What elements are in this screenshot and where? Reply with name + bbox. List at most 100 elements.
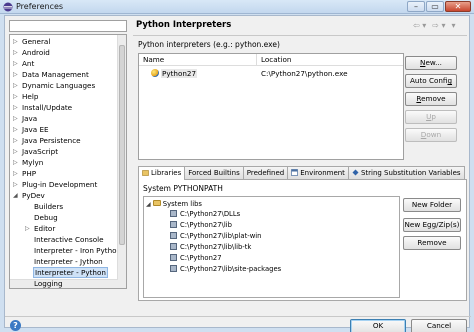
expand-icon[interactable]: ▷: [13, 58, 18, 69]
new-egg-zip-button[interactable]: New Egg/Zip(s): [403, 218, 461, 232]
interpreter-location: C:\Python27\python.exe: [261, 69, 348, 78]
list-item[interactable]: C:\Python27\lib: [170, 220, 232, 230]
sidebar-item[interactable]: ▷ Install/Update: [10, 102, 72, 113]
sidebar-item[interactable]: ▷ Plug-in Development: [10, 179, 97, 190]
expand-icon[interactable]: ▷: [13, 91, 18, 102]
help-icon[interactable]: ?: [10, 320, 21, 331]
table-row[interactable]: Python27: [151, 68, 198, 79]
history-nav: ⇦ ▾ ⇨ ▾ ▾: [413, 21, 456, 30]
expand-icon[interactable]: ▷: [13, 80, 18, 91]
tab-predefined[interactable]: Predefined: [242, 166, 289, 179]
close-button[interactable]: ✕: [445, 1, 471, 12]
expand-icon[interactable]: ▷: [13, 69, 18, 80]
sidebar-item[interactable]: Interactive Console: [10, 234, 104, 245]
list-item[interactable]: C:\Python27\lib\plat-win: [170, 231, 261, 241]
sidebar-item[interactable]: Interpreter - Jython: [10, 256, 103, 267]
library-path: C:\Python27\lib\site-packages: [180, 265, 282, 273]
sidebar-item[interactable]: ▷ Mylyn: [10, 157, 43, 168]
sidebar-item[interactable]: Interpreter - Iron Pytho: [10, 245, 117, 256]
forward-icon[interactable]: ⇨ ▾: [432, 21, 445, 30]
remove-interpreter-button[interactable]: Remove: [405, 92, 457, 106]
list-item[interactable]: C:\Python27\lib\lib-tk: [170, 242, 251, 252]
new-button[interactable]: New...: [405, 56, 457, 70]
filter-input[interactable]: [9, 20, 127, 32]
window-title: Preferences: [16, 2, 64, 11]
sidebar-item[interactable]: ▷ Editor: [10, 223, 55, 234]
sidebar-item[interactable]: ▷ Help: [10, 91, 38, 102]
sidebar-item[interactable]: ▷ PHP: [10, 168, 36, 179]
sidebar-item[interactable]: ◢ PyDev: [10, 190, 45, 201]
sidebar-item-label: Java Persistence: [22, 136, 81, 145]
expand-icon[interactable]: ▷: [13, 47, 18, 58]
sidebar-item-label: Interactive Console: [34, 235, 104, 244]
sidebar-item-label: Ant: [22, 59, 35, 68]
sidebar-item-label: General: [22, 37, 51, 46]
sidebar-item[interactable]: ▷ JavaScript: [10, 146, 58, 157]
sidebar-item-label: Plug-in Development: [22, 180, 98, 189]
folder-icon: [152, 200, 161, 206]
python-icon: [151, 69, 159, 77]
tree-vertical-scrollbar[interactable]: [117, 35, 126, 288]
expand-icon[interactable]: ▷: [13, 157, 18, 168]
collapse-icon[interactable]: ◢: [146, 201, 151, 208]
expand-icon[interactable]: ▷: [13, 36, 18, 47]
sidebar-item[interactable]: ▷ Java Persistence: [10, 135, 81, 146]
system-libs-node[interactable]: ◢ System libs: [146, 199, 202, 209]
sidebar-item[interactable]: ▷ Data Management: [10, 69, 89, 80]
expand-icon[interactable]: ▷: [25, 223, 30, 234]
library-path: C:\Python27\lib\lib-tk: [180, 243, 252, 251]
sidebar-item-label: Java: [22, 114, 38, 123]
sidebar-item[interactable]: Interpreter - Python: [10, 267, 108, 278]
auto-config-button[interactable]: Auto Config: [405, 74, 457, 88]
tab-libraries[interactable]: Libraries: [138, 166, 186, 180]
back-icon[interactable]: ⇦ ▾: [413, 21, 426, 30]
list-item[interactable]: C:\Python27\DLLs: [170, 209, 240, 219]
expand-icon[interactable]: ▷: [13, 146, 18, 157]
expand-icon[interactable]: ▷: [13, 135, 18, 146]
preferences-tree: ▷ General ▷ Android ▷ Ant ▷ Data Management ▷ Dyn…: [9, 34, 127, 289]
sidebar-item-label: Help: [22, 92, 39, 101]
view-menu-icon[interactable]: ▾: [452, 21, 456, 30]
library-path: C:\Python27: [180, 254, 222, 262]
ok-button[interactable]: OK: [350, 319, 406, 332]
library-icon: [170, 243, 177, 250]
maximize-button[interactable]: ▭: [426, 1, 444, 12]
down-button[interactable]: Down: [405, 128, 457, 142]
sidebar-item[interactable]: ▷ Android: [10, 47, 50, 58]
list-item[interactable]: C:\Python27\lib\site-packages: [170, 264, 281, 274]
sidebar-item[interactable]: ▷ Dynamic Languages: [10, 80, 95, 91]
tab-forced-builtins[interactable]: Forced Builtins: [184, 166, 244, 179]
cancel-button[interactable]: Cancel: [411, 319, 467, 332]
expand-icon[interactable]: ▷: [13, 179, 18, 190]
collapse-icon[interactable]: ◢: [13, 190, 18, 201]
sidebar-item[interactable]: ▷ Java EE: [10, 124, 49, 135]
expand-icon[interactable]: ▷: [13, 124, 18, 135]
sidebar-item-label: Interpreter - Python: [33, 267, 108, 278]
list-item[interactable]: C:\Python27: [170, 253, 222, 263]
interpreters-label: Python interpreters (e.g.: python.exe): [138, 40, 280, 49]
remove-lib-button[interactable]: Remove: [403, 236, 461, 250]
environment-icon: [291, 169, 299, 176]
column-header-name[interactable]: Name: [139, 54, 257, 66]
minimize-button[interactable]: –: [407, 1, 425, 12]
up-button[interactable]: Up: [405, 110, 457, 124]
tab-string-substitution[interactable]: String Substitution Variables: [347, 166, 465, 179]
sidebar-item[interactable]: Logging: [10, 278, 63, 288]
tab-environment[interactable]: Environment: [287, 166, 349, 179]
sidebar-item[interactable]: ▷ General: [10, 36, 50, 47]
new-folder-button[interactable]: New Folder: [403, 198, 461, 212]
sidebar-item[interactable]: ▷ Java: [10, 113, 37, 124]
expand-icon[interactable]: ▷: [13, 113, 18, 124]
dialog-client: ▷ General ▷ Android ▷ Ant ▷ Data Management ▷ Dyn…: [4, 15, 471, 332]
sidebar-item[interactable]: Debug: [10, 212, 58, 223]
sidebar-item-label: JavaScript: [22, 147, 59, 156]
sidebar-item-label: Editor: [34, 224, 56, 233]
sidebar-item[interactable]: ▷ Ant: [10, 58, 34, 69]
sidebar-item-label: Logging: [34, 279, 63, 288]
expand-icon[interactable]: ▷: [13, 102, 18, 113]
title-bar: Preferences – ▭ ✕: [0, 0, 474, 14]
expand-icon[interactable]: ▷: [13, 168, 18, 179]
library-icon: [170, 232, 177, 239]
column-header-location[interactable]: Location: [257, 54, 403, 66]
sidebar-item[interactable]: Builders: [10, 201, 63, 212]
